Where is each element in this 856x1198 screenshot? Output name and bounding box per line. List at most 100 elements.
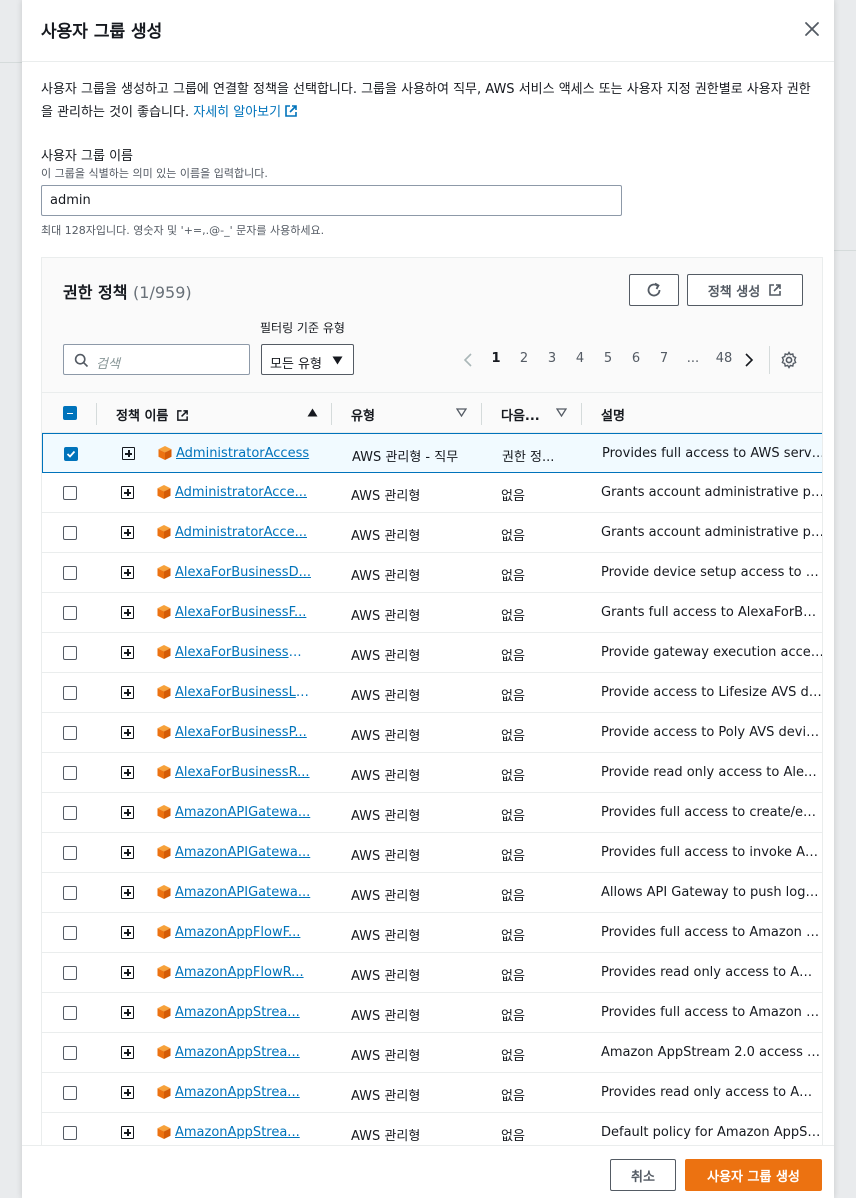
expand-icon[interactable]: [121, 606, 134, 619]
row-checkbox[interactable]: [63, 526, 77, 540]
create-policy-button[interactable]: 정책 생성: [687, 274, 803, 306]
select-all-checkbox[interactable]: [63, 406, 77, 420]
expand-icon[interactable]: [121, 806, 134, 819]
expand-icon[interactable]: [121, 1046, 134, 1059]
row-checkbox[interactable]: [63, 606, 77, 620]
expand-icon[interactable]: [121, 966, 134, 979]
policy-name-link[interactable]: AmazonAPIGatewa...: [175, 805, 311, 820]
policy-name-link[interactable]: AlexaForBusinessLi...: [175, 685, 311, 700]
expand-icon[interactable]: [121, 846, 134, 859]
create-group-modal: 사용자 그룹 생성 사용자 그룹을 생성하고 그룹에 연결할 정책을 선택합니다…: [22, 0, 834, 1198]
column-header-name[interactable]: 정책 이름: [116, 405, 189, 424]
row-checkbox[interactable]: [63, 646, 77, 660]
policy-name-link[interactable]: AlexaForBusinessR...: [175, 765, 311, 780]
expand-icon[interactable]: [121, 766, 134, 779]
cancel-button[interactable]: 취소: [610, 1159, 676, 1191]
table-row[interactable]: AlexaForBusinessG... AWS 관리형 없음 Provide gat…: [42, 633, 822, 673]
expand-icon[interactable]: [121, 726, 134, 739]
row-checkbox[interactable]: [63, 1006, 77, 1020]
expand-icon[interactable]: [121, 1126, 134, 1139]
learn-more-link[interactable]: 자세히 알아보기: [193, 105, 298, 120]
filter-type-select[interactable]: 모든 유형: [261, 344, 354, 375]
column-header-type[interactable]: 유형: [351, 405, 375, 424]
row-checkbox[interactable]: [63, 686, 77, 700]
row-checkbox[interactable]: [63, 566, 77, 580]
expand-icon[interactable]: [121, 646, 134, 659]
policy-search-input[interactable]: 검색: [63, 344, 250, 375]
sort-ascending-icon[interactable]: [307, 408, 318, 417]
expand-icon[interactable]: [121, 926, 134, 939]
policy-name-link[interactable]: AmazonAppStrea...: [175, 1125, 311, 1140]
table-row[interactable]: AmazonAppStrea... AWS 관리형 없음 Provides full …: [42, 993, 822, 1033]
next-page-icon[interactable]: [744, 353, 754, 367]
table-row[interactable]: AmazonAppStrea... AWS 관리형 없음 Amazon AppStre…: [42, 1033, 822, 1073]
page-number[interactable]: 6: [627, 351, 645, 366]
table-row[interactable]: AmazonAPIGatewa... AWS 관리형 없음 Provides full…: [42, 833, 822, 873]
refresh-button[interactable]: [629, 274, 679, 306]
table-row[interactable]: AlexaForBusinessF... AWS 관리형 없음 Grants full…: [42, 593, 822, 633]
row-checkbox[interactable]: [63, 926, 77, 940]
policy-name-link[interactable]: AlexaForBusinessF...: [175, 605, 311, 620]
table-row[interactable]: AlexaForBusinessLi... AWS 관리형 없음 Provide ac…: [42, 673, 822, 713]
expand-icon[interactable]: [122, 447, 135, 460]
row-checkbox[interactable]: [63, 886, 77, 900]
expand-icon[interactable]: [121, 1086, 134, 1099]
table-row[interactable]: AmazonAppFlowR... AWS 관리형 없음 Provides read …: [42, 953, 822, 993]
table-row[interactable]: AlexaForBusinessR... AWS 관리형 없음 Provide rea…: [42, 753, 822, 793]
table-row[interactable]: AdministratorAcce... AWS 관리형 없음 Grants acco…: [42, 513, 822, 553]
policy-name-link[interactable]: AmazonAPIGatewa...: [175, 845, 311, 860]
policy-name-link[interactable]: AdministratorAcce...: [175, 485, 311, 500]
row-checkbox[interactable]: [63, 1086, 77, 1100]
table-row[interactable]: AmazonAppFlowF... AWS 관리형 없음 Provides full …: [42, 913, 822, 953]
policy-name-link[interactable]: AdministratorAcce...: [175, 525, 311, 540]
policy-name-link[interactable]: AdministratorAccess: [176, 446, 312, 461]
policy-name-link[interactable]: AmazonAppStrea...: [175, 1045, 311, 1060]
row-checkbox[interactable]: [63, 766, 77, 780]
expand-icon[interactable]: [121, 566, 134, 579]
expand-icon[interactable]: [121, 1006, 134, 1019]
page-number[interactable]: 5: [599, 351, 617, 366]
expand-icon[interactable]: [121, 686, 134, 699]
policy-name-link[interactable]: AmazonAppStrea...: [175, 1085, 311, 1100]
row-checkbox[interactable]: [63, 486, 77, 500]
page-number[interactable]: 1: [487, 351, 505, 366]
policy-name-link[interactable]: AmazonAppFlowR...: [175, 965, 311, 980]
group-name-input[interactable]: [41, 185, 622, 216]
table-row[interactable]: AmazonAppStrea... AWS 관리형 없음 Provides read …: [42, 1073, 822, 1113]
row-checkbox[interactable]: [64, 447, 78, 461]
managed-policy-icon: [157, 725, 171, 739]
gear-icon[interactable]: [780, 351, 798, 369]
page-number[interactable]: 2: [515, 351, 533, 366]
prev-page-icon[interactable]: [463, 353, 473, 367]
table-row[interactable]: AmazonAPIGatewa... AWS 관리형 없음 Allows API Ga…: [42, 873, 822, 913]
policy-name-link[interactable]: AmazonAppStrea...: [175, 1005, 311, 1020]
sort-icon[interactable]: [556, 408, 567, 417]
sort-icon[interactable]: [456, 408, 467, 417]
page-number[interactable]: 48: [712, 351, 736, 366]
table-row[interactable]: AlexaForBusinessP... AWS 관리형 없음 Provide acc…: [42, 713, 822, 753]
expand-icon[interactable]: [121, 526, 134, 539]
table-row[interactable]: AmazonAPIGatewa... AWS 관리형 없음 Provides full…: [42, 793, 822, 833]
row-checkbox[interactable]: [63, 726, 77, 740]
table-row[interactable]: AdministratorAcce... AWS 관리형 없음 Grants acco…: [42, 473, 822, 513]
row-checkbox[interactable]: [63, 966, 77, 980]
expand-icon[interactable]: [121, 486, 134, 499]
page-number[interactable]: 7: [655, 351, 673, 366]
expand-icon[interactable]: [121, 886, 134, 899]
row-checkbox[interactable]: [63, 1126, 77, 1140]
row-checkbox[interactable]: [63, 846, 77, 860]
column-header-next[interactable]: 다음...: [501, 405, 540, 424]
close-button[interactable]: [802, 19, 822, 39]
policy-name-link[interactable]: AmazonAPIGatewa...: [175, 885, 311, 900]
page-number[interactable]: 3: [543, 351, 561, 366]
page-number[interactable]: 4: [571, 351, 589, 366]
policy-name-link[interactable]: AlexaForBusinessD...: [175, 565, 311, 580]
policy-name-link[interactable]: AlexaForBusinessP...: [175, 725, 311, 740]
policy-name-link[interactable]: AlexaForBusinessG...: [175, 645, 311, 660]
row-checkbox[interactable]: [63, 806, 77, 820]
table-row[interactable]: AdministratorAccess AWS 관리형 - 직무 권한 정... Pr…: [42, 433, 822, 473]
row-checkbox[interactable]: [63, 1046, 77, 1060]
policy-name-link[interactable]: AmazonAppFlowF...: [175, 925, 311, 940]
create-group-button[interactable]: 사용자 그룹 생성: [685, 1159, 822, 1191]
table-row[interactable]: AlexaForBusinessD... AWS 관리형 없음 Provide dev…: [42, 553, 822, 593]
